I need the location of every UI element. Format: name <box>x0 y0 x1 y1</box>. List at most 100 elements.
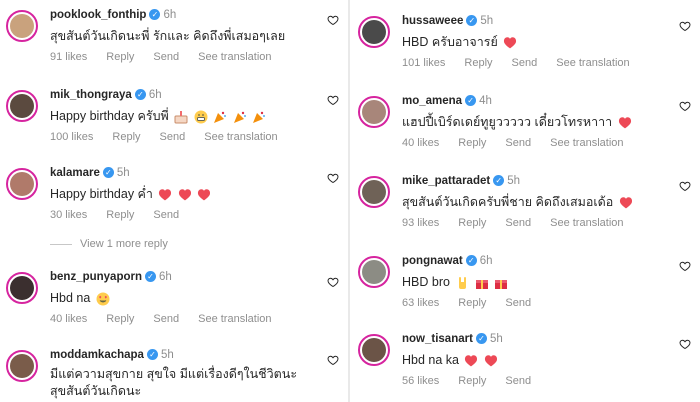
timestamp: 5h <box>160 349 174 361</box>
view-more-line <box>50 243 72 245</box>
verified-badge-icon: ✓ <box>102 167 114 179</box>
column-divider <box>348 0 350 402</box>
like-heart-icon[interactable] <box>679 20 691 32</box>
reply-button[interactable]: Reply <box>458 137 486 149</box>
reply-button[interactable]: Reply <box>464 57 492 69</box>
likes-count[interactable]: 100 likes <box>50 131 93 143</box>
red-heart-icon <box>159 189 172 201</box>
username[interactable]: kalamare <box>50 167 100 179</box>
likes-count[interactable]: 63 likes <box>402 297 439 309</box>
reply-button[interactable]: Reply <box>458 375 486 387</box>
like-heart-icon[interactable] <box>327 172 339 184</box>
avatar[interactable] <box>6 10 38 42</box>
comment-text: สุขสันต์วันเกิดนะพี่ รักและ คิดถึงพี่เสม… <box>50 29 286 43</box>
likes-count[interactable]: 40 likes <box>50 313 87 325</box>
party-popper-icon <box>233 111 246 123</box>
red-heart-icon <box>619 197 632 209</box>
send-button[interactable]: Send <box>505 375 531 387</box>
grinning-face-icon <box>194 110 208 124</box>
red-heart-icon <box>198 189 211 201</box>
username[interactable]: now_tisanart <box>402 333 473 345</box>
see-translation-button[interactable]: See translation <box>198 313 271 325</box>
like-heart-icon[interactable] <box>327 276 339 288</box>
timestamp: 6h <box>159 271 172 283</box>
send-button[interactable]: Send <box>505 217 531 229</box>
like-heart-icon[interactable] <box>327 14 339 26</box>
username[interactable]: mo_amena <box>402 95 462 107</box>
verified-badge-icon: ✓ <box>475 333 487 345</box>
username[interactable]: moddamkachapa <box>50 349 144 361</box>
verified-badge-icon: ✓ <box>465 255 477 267</box>
birthday-cake-icon <box>174 110 188 124</box>
left-comment-column: pooklook_fonthip ✓ 6h สุขสันต์วันเกิดนะพี่… <box>0 0 345 402</box>
avatar[interactable] <box>358 16 390 48</box>
reply-button[interactable]: Reply <box>458 297 486 309</box>
comment-text: มีแต่ความสุขกาย สุขใจ มีแต่เรื่องดีๆในชี… <box>50 367 298 381</box>
see-translation-button[interactable]: See translation <box>204 131 277 143</box>
send-button[interactable]: Send <box>505 297 531 309</box>
verified-badge-icon: ✓ <box>145 271 157 283</box>
send-button[interactable]: Send <box>153 313 179 325</box>
reply-button[interactable]: Reply <box>106 313 134 325</box>
comment-text: HBD bro <box>402 275 450 289</box>
see-translation-button[interactable]: See translation <box>550 137 623 149</box>
heart-eyes-face-icon <box>96 292 110 306</box>
avatar[interactable] <box>6 90 38 122</box>
likes-count[interactable]: 101 likes <box>402 57 445 69</box>
avatar[interactable] <box>358 96 390 128</box>
timestamp: 5h <box>116 167 130 179</box>
avatar[interactable] <box>6 168 38 200</box>
avatar[interactable] <box>358 334 390 366</box>
verified-badge-icon: ✓ <box>465 95 477 107</box>
likes-count[interactable]: 93 likes <box>402 217 439 229</box>
send-button[interactable]: Send <box>512 57 538 69</box>
like-heart-icon[interactable] <box>679 100 691 112</box>
comment-text: Happy birthday ค่ำ <box>50 187 153 201</box>
right-comment-column: hussaweee ✓ 5h HBD ครับอาจารย์ 101 likes Re… <box>352 0 697 402</box>
gift-icon <box>495 279 508 289</box>
reply-button[interactable]: Reply <box>106 51 134 63</box>
like-heart-icon[interactable] <box>679 180 691 192</box>
reply-button[interactable]: Reply <box>458 217 486 229</box>
timestamp: 6h <box>479 255 493 267</box>
username[interactable]: mik_thongraya <box>50 89 132 101</box>
see-translation-button[interactable]: See translation <box>556 57 629 69</box>
avatar[interactable] <box>358 256 390 288</box>
send-button[interactable]: Send <box>153 51 179 63</box>
reply-button[interactable]: Reply <box>112 131 140 143</box>
reply-button[interactable]: Reply <box>106 209 134 221</box>
username[interactable]: hussaweee <box>402 15 463 27</box>
username[interactable]: benz_punyaporn <box>50 271 142 283</box>
send-button[interactable]: Send <box>505 137 531 149</box>
timestamp: 6h <box>148 89 162 101</box>
verified-badge-icon: ✓ <box>466 15 478 27</box>
verified-badge-icon: ✓ <box>134 89 146 101</box>
like-heart-icon[interactable] <box>327 94 339 106</box>
verified-badge-icon: ✓ <box>493 175 505 187</box>
gift-icon <box>475 279 488 289</box>
avatar[interactable] <box>6 272 38 304</box>
red-heart-icon <box>465 355 478 367</box>
comment-text: Hbd na <box>50 291 91 305</box>
see-translation-button[interactable]: See translation <box>550 217 623 229</box>
comment-text: Happy birthday ครับพี่ <box>50 109 169 123</box>
see-translation-button[interactable]: See translation <box>198 51 271 63</box>
timestamp: 5h <box>489 333 503 345</box>
send-button[interactable]: Send <box>153 209 179 221</box>
like-heart-icon[interactable] <box>327 354 339 366</box>
timestamp: 5h <box>480 15 494 27</box>
avatar[interactable] <box>358 176 390 208</box>
like-heart-icon[interactable] <box>679 338 691 350</box>
avatar[interactable] <box>6 350 38 382</box>
likes-count[interactable]: 56 likes <box>402 375 439 387</box>
likes-count[interactable]: 30 likes <box>50 209 87 221</box>
username[interactable]: pooklook_fonthip <box>50 9 146 21</box>
like-heart-icon[interactable] <box>679 260 691 272</box>
send-button[interactable]: Send <box>160 131 186 143</box>
red-heart-icon <box>504 37 517 49</box>
username[interactable]: pongnawat <box>402 255 463 267</box>
likes-count[interactable]: 91 likes <box>50 51 87 63</box>
likes-count[interactable]: 40 likes <box>402 137 439 149</box>
view-more-replies[interactable]: View 1 more reply <box>50 238 168 250</box>
username[interactable]: mike_pattaradet <box>402 175 490 187</box>
